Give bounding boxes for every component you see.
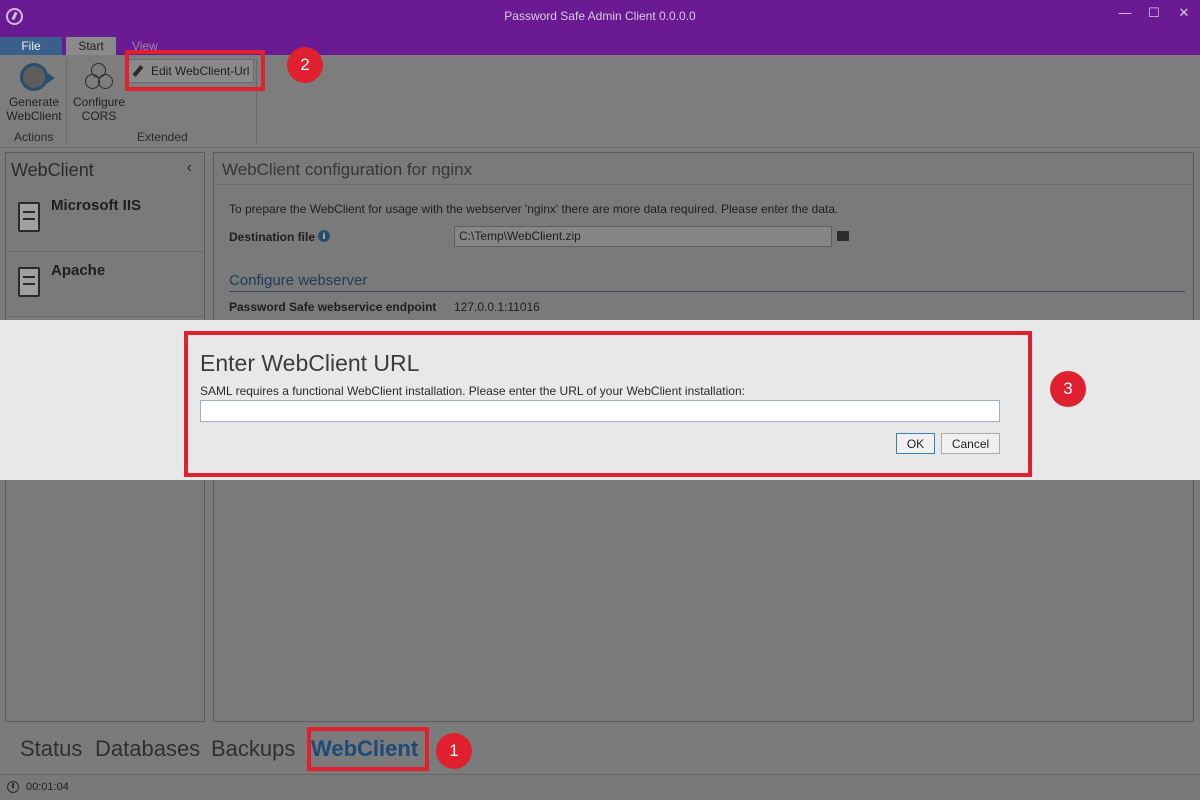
- intro-text: To prepare the WebClient for usage with …: [229, 202, 839, 216]
- configure-cors-label: Configure CORS: [72, 95, 126, 123]
- collapse-chevron-icon[interactable]: ‹: [187, 159, 192, 177]
- generate-icon: [20, 63, 55, 91]
- server-icon: [18, 202, 40, 232]
- minimize-button[interactable]: —: [1111, 4, 1139, 24]
- endpoint-label: Password Safe webservice endpoint: [229, 300, 437, 314]
- cors-icon: [85, 63, 113, 91]
- actions-group-label: Actions: [14, 130, 54, 144]
- sidebar-item-microsoft-iis[interactable]: Microsoft IIS: [6, 188, 204, 252]
- window-title: Password Safe Admin Client 0.0.0.0: [504, 9, 696, 23]
- nav-databases[interactable]: Databases: [95, 736, 200, 762]
- server-icon: [18, 267, 40, 297]
- session-timer: 00:01:04: [26, 781, 69, 793]
- endpoint-value: 127.0.0.1:11016: [454, 300, 540, 314]
- bottom-navigation: Status Databases Backups WebClient: [0, 728, 1200, 774]
- extended-group-label: Extended: [137, 130, 188, 144]
- annotation-box-webclient-tab: [307, 727, 429, 771]
- nav-status[interactable]: Status: [20, 736, 82, 762]
- generate-webclient-label: Generate WebClient: [6, 95, 62, 123]
- sidebar-item-apache[interactable]: Apache: [6, 253, 204, 317]
- nav-backups[interactable]: Backups: [211, 736, 295, 762]
- browse-folder-icon[interactable]: [837, 231, 849, 241]
- destination-file-field[interactable]: C:\Temp\WebClient.zip: [454, 226, 832, 247]
- annotation-marker-3: 3: [1050, 371, 1086, 407]
- annotation-marker-1: 1: [436, 733, 472, 769]
- sidebar-item-label: Apache: [51, 262, 106, 279]
- destination-file-label: Destination file: [229, 230, 316, 244]
- group-divider: [66, 59, 67, 143]
- annotation-box-dialog: [184, 331, 1032, 477]
- tab-file[interactable]: File: [0, 37, 62, 55]
- configure-webserver-heading: Configure webserver: [229, 272, 1185, 292]
- configure-cors-button[interactable]: Configure CORS: [70, 63, 128, 123]
- annotation-box-edit-url: [125, 50, 265, 91]
- close-button[interactable]: ✕: [1170, 4, 1198, 24]
- clock-icon: [7, 781, 19, 793]
- panel-title: WebClient configuration for nginx: [222, 160, 473, 179]
- generate-webclient-button[interactable]: Generate WebClient: [4, 63, 64, 123]
- annotation-marker-2: 2: [287, 47, 323, 83]
- info-icon[interactable]: i: [318, 230, 330, 242]
- sidebar-item-label: Microsoft IIS: [51, 197, 142, 214]
- status-bar: 00:01:04: [0, 774, 1200, 800]
- tab-start[interactable]: Start: [66, 37, 116, 55]
- title-bar: Password Safe Admin Client 0.0.0.0 — ☐ ✕: [0, 0, 1200, 34]
- sidebar-title: WebClient: [11, 160, 94, 180]
- panel-header: WebClient configuration for nginx: [214, 153, 1193, 185]
- maximize-button[interactable]: ☐: [1140, 4, 1168, 24]
